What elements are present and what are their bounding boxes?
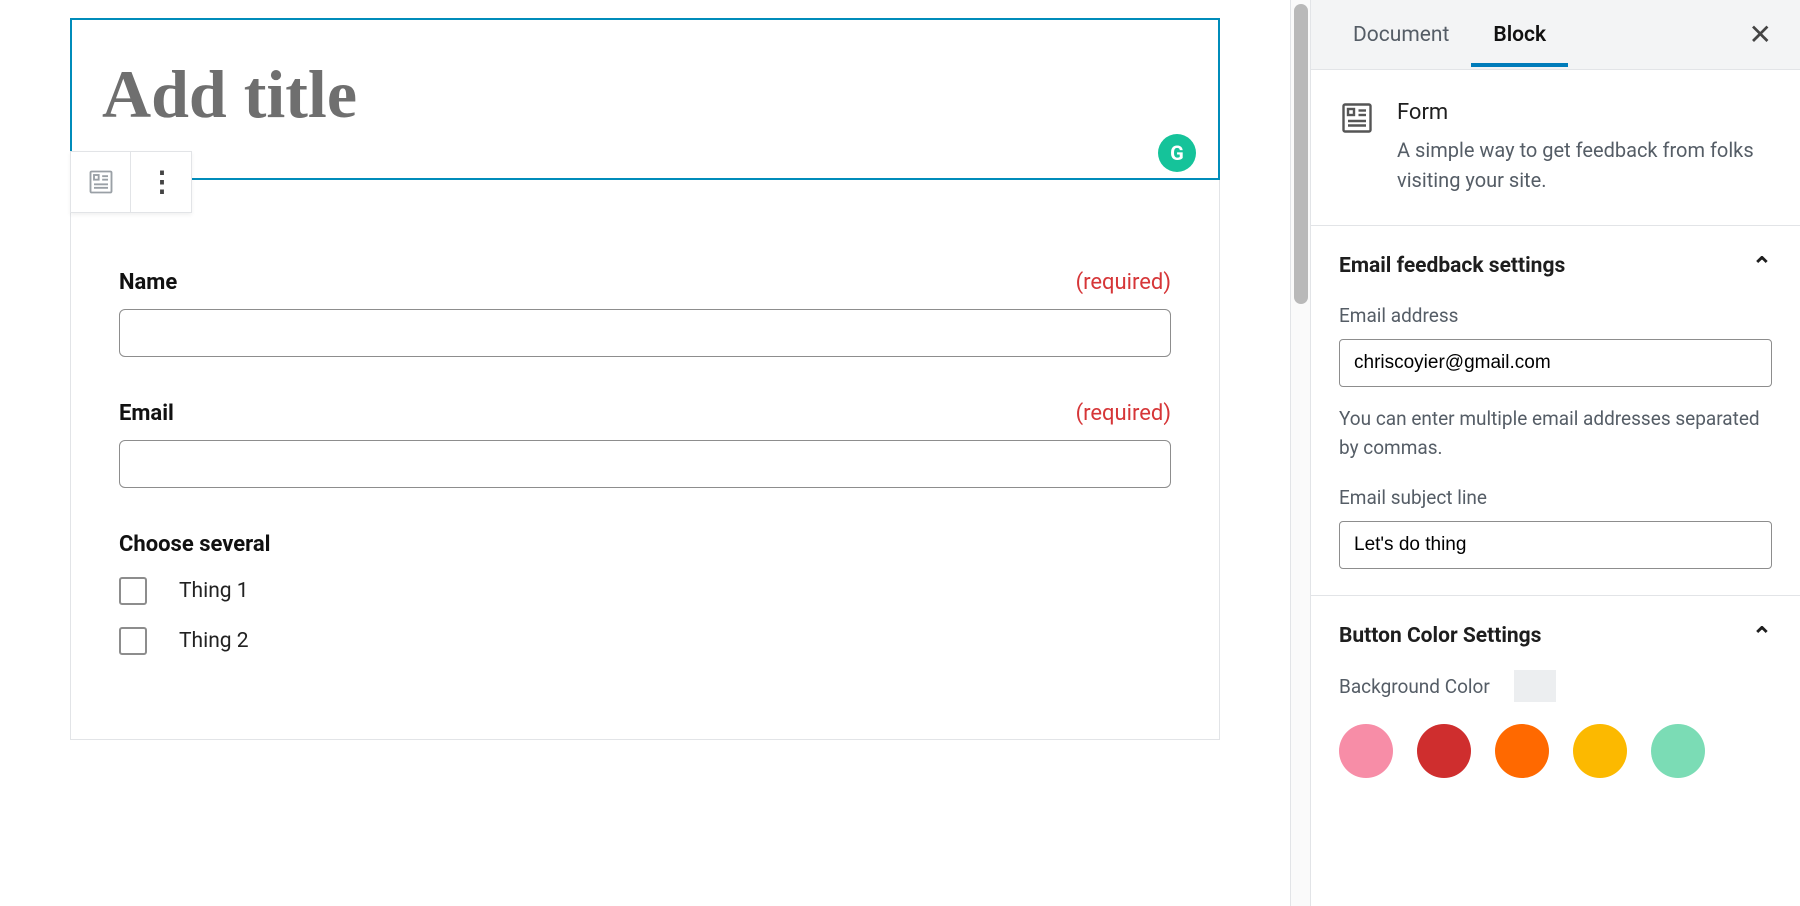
setting-label: Email subject line	[1339, 486, 1772, 509]
required-tag: (required)	[1076, 401, 1171, 426]
field-name: Name (required)	[119, 270, 1171, 357]
bg-color-label: Background Color	[1339, 675, 1490, 698]
panel-title: Email feedback settings	[1339, 254, 1565, 278]
title-block[interactable]: Add title G	[70, 18, 1220, 180]
block-toolbar	[70, 151, 192, 213]
title-placeholder[interactable]: Add title	[102, 60, 1188, 128]
current-color-swatch[interactable]	[1514, 670, 1556, 702]
color-swatches	[1339, 724, 1772, 778]
email-subject-input[interactable]	[1339, 521, 1772, 569]
form-icon	[87, 168, 115, 196]
checkbox-box[interactable]	[119, 627, 147, 655]
checkbox-box[interactable]	[119, 577, 147, 605]
chevron-up-icon: ⌃	[1752, 252, 1772, 280]
setting-label: Email address	[1339, 304, 1772, 327]
email-address-input[interactable]	[1339, 339, 1772, 387]
setting-help: You can enter multiple email addresses s…	[1339, 405, 1772, 462]
editor-area: Add title G Name (required)	[0, 0, 1290, 906]
color-swatch[interactable]	[1651, 724, 1705, 778]
color-swatch[interactable]	[1339, 724, 1393, 778]
form-icon	[1339, 100, 1375, 136]
scrollbar-thumb[interactable]	[1294, 4, 1308, 304]
block-name: Form	[1397, 100, 1772, 125]
close-sidebar-button[interactable]: ✕	[1741, 10, 1780, 59]
name-input[interactable]	[119, 309, 1171, 357]
tab-block[interactable]: Block	[1471, 3, 1568, 67]
grammarly-icon[interactable]: G	[1158, 134, 1196, 172]
settings-sidebar: Document Block ✕ Form A simple way to ge…	[1310, 0, 1800, 906]
panel-toggle-email[interactable]: Email feedback settings ⌃	[1339, 252, 1772, 280]
panel-email-settings: Email feedback settings ⌃ Email address …	[1311, 226, 1800, 596]
close-icon: ✕	[1749, 18, 1772, 51]
color-swatch[interactable]	[1417, 724, 1471, 778]
scrollbar-track[interactable]	[1290, 0, 1310, 906]
block-info: Form A simple way to get feedback from f…	[1311, 70, 1800, 226]
block-description: A simple way to get feedback from folks …	[1397, 135, 1772, 195]
required-tag: (required)	[1076, 270, 1171, 295]
form-block: Name (required) Email (required) Choose …	[70, 180, 1220, 740]
checkbox-label: Thing 2	[179, 629, 249, 653]
panel-button-color: Button Color Settings ⌃ Background Color	[1311, 596, 1800, 804]
field-label: Name	[119, 270, 177, 295]
color-swatch[interactable]	[1495, 724, 1549, 778]
field-checkbox-group: Choose several Thing 1 Thing 2	[119, 532, 1171, 655]
field-label: Choose several	[119, 532, 1171, 557]
color-swatch[interactable]	[1573, 724, 1627, 778]
field-email: Email (required)	[119, 401, 1171, 488]
sidebar-tabs: Document Block ✕	[1311, 0, 1800, 70]
panel-toggle-button-color[interactable]: Button Color Settings ⌃	[1339, 622, 1772, 650]
field-label: Email	[119, 401, 174, 426]
checkbox-option[interactable]: Thing 1	[119, 577, 1171, 605]
tab-document[interactable]: Document	[1331, 3, 1471, 67]
email-input[interactable]	[119, 440, 1171, 488]
checkbox-option[interactable]: Thing 2	[119, 627, 1171, 655]
more-options-button[interactable]	[131, 152, 191, 212]
panel-title: Button Color Settings	[1339, 624, 1541, 648]
checkbox-label: Thing 1	[179, 579, 249, 603]
block-type-icon-button[interactable]	[71, 152, 131, 212]
chevron-up-icon: ⌃	[1752, 622, 1772, 650]
